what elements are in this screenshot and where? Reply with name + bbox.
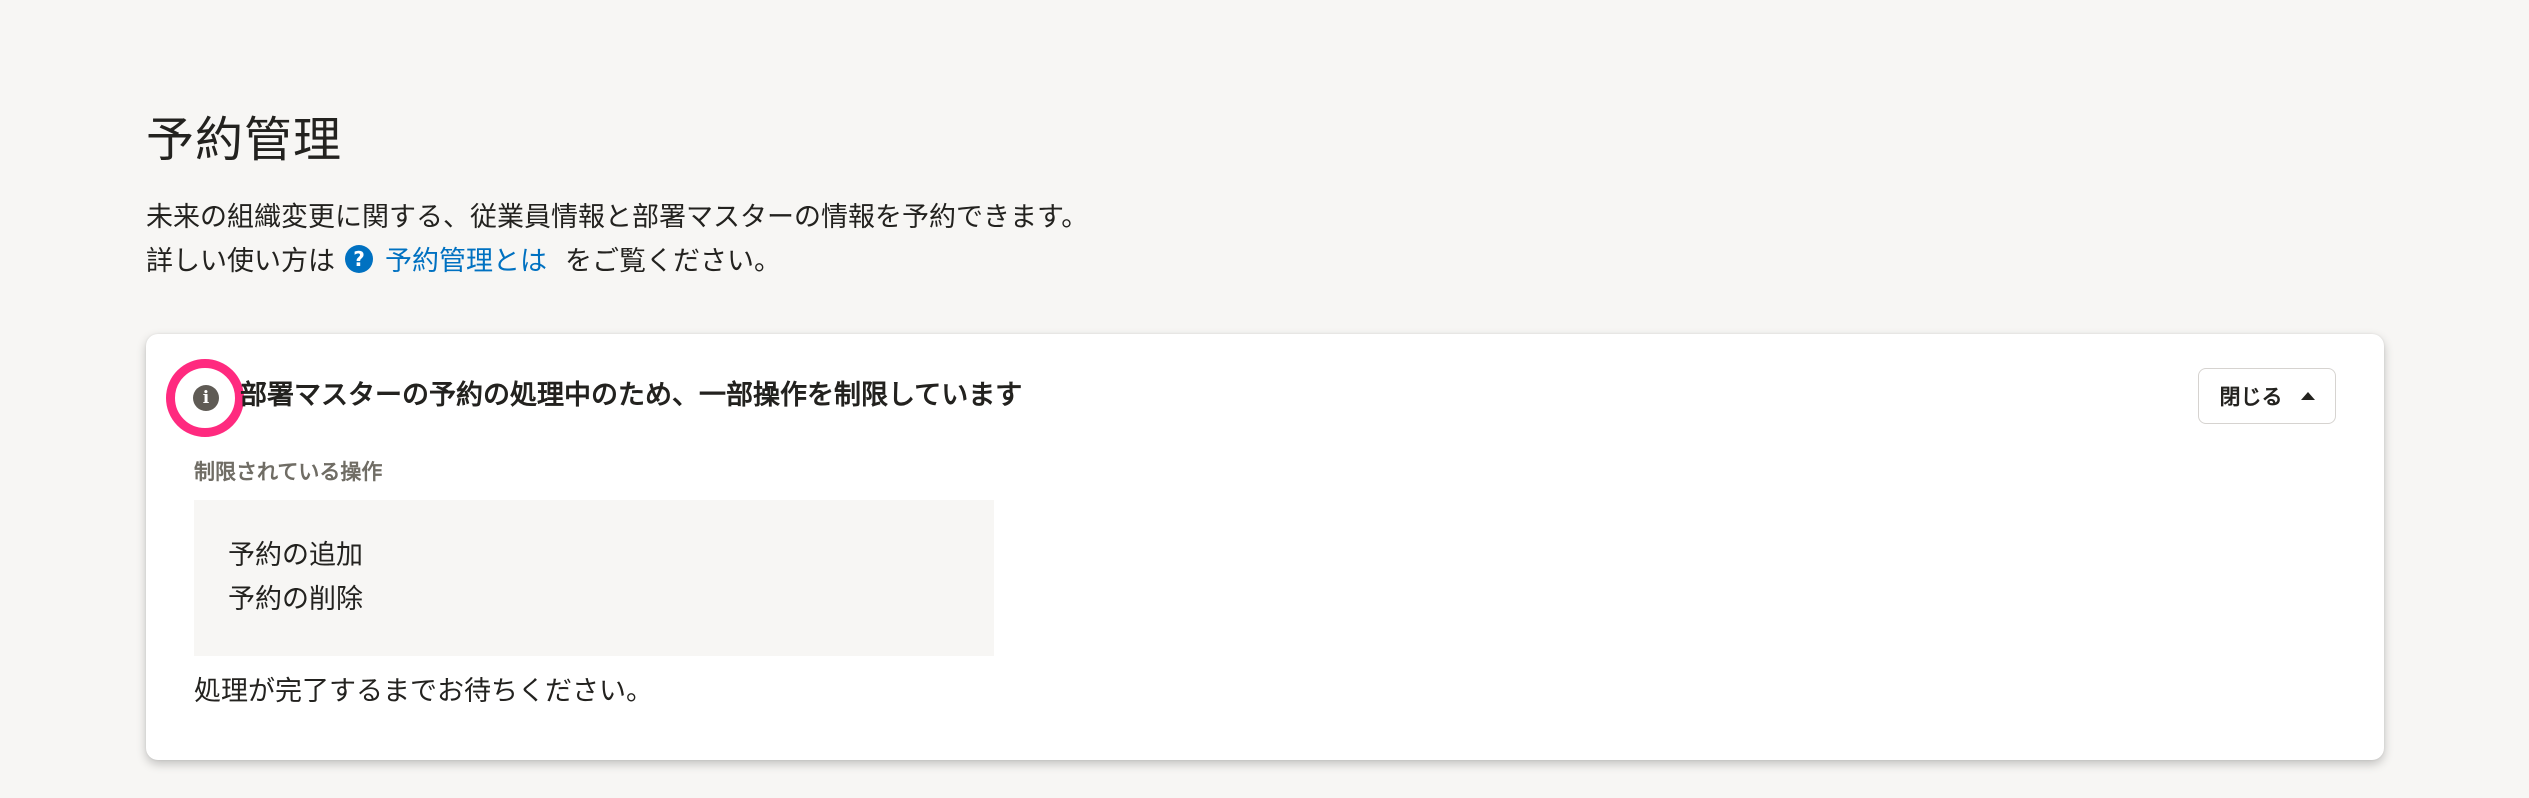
list-item: 予約の削除 — [228, 584, 363, 615]
close-button[interactable]: 閉じる — [2198, 368, 2336, 424]
question-circle-icon: ? — [345, 245, 373, 273]
list-item: 予約の追加 — [228, 540, 363, 571]
caret-up-icon — [2300, 392, 2315, 400]
close-button-label: 閉じる — [2219, 386, 2283, 409]
restriction-alert-panel: i 部署マスターの予約の処理中のため、一部操作を制限しています 閉じる 制限され… — [146, 334, 2384, 760]
restricted-operations-label: 制限されている操作 — [194, 460, 383, 484]
page-description: 未来の組織変更に関する、従業員情報と部署マスターの情報を予約できます。 詳しい使… — [146, 196, 1088, 284]
description-prefix: 詳しい使い方は — [146, 246, 335, 277]
page-title: 予約管理 — [146, 112, 343, 168]
help-link[interactable]: 予約管理とは — [385, 240, 547, 284]
alert-footer-text: 処理が完了するまでお待ちください。 — [194, 676, 653, 707]
info-circle-icon: i — [193, 385, 219, 411]
alert-title: 部署マスターの予約の処理中のため、一部操作を制限しています — [240, 380, 1023, 411]
description-suffix: をご覧ください。 — [565, 246, 781, 277]
description-line-2: 詳しい使い方は ? 予約管理とは をご覧ください。 — [146, 240, 1088, 284]
restricted-operations-list: 予約の追加 予約の削除 — [194, 500, 994, 656]
description-line-1: 未来の組織変更に関する、従業員情報と部署マスターの情報を予約できます。 — [146, 202, 1089, 233]
